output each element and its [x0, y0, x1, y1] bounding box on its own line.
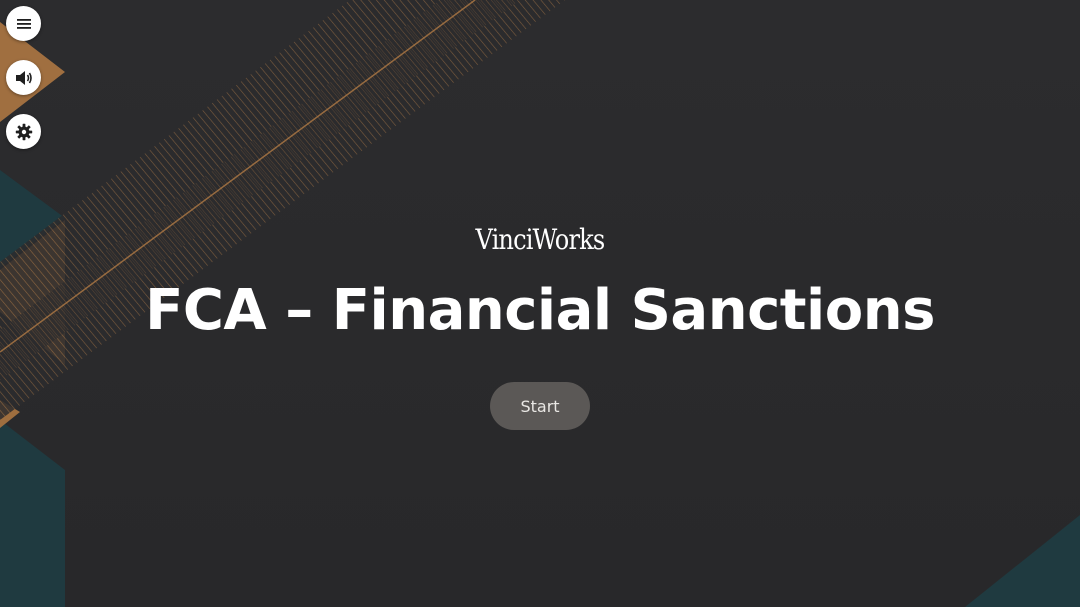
start-button[interactable]: Start: [490, 382, 590, 430]
gear-icon: [15, 123, 32, 140]
audio-button[interactable]: [6, 60, 41, 95]
course-title-screen: VinciWorks FCA – Financial Sanctions Sta…: [0, 0, 1080, 607]
menu-icon: [16, 18, 31, 29]
title-block: VinciWorks FCA – Financial Sanctions: [0, 222, 1080, 346]
teal-block-lower: [0, 420, 65, 607]
speaker-icon: [15, 70, 32, 85]
vinciworks-logo: VinciWorks: [475, 223, 606, 256]
striped-band-outer: [0, 0, 565, 420]
settings-button[interactable]: [6, 114, 41, 149]
course-title: FCA – Financial Sanctions: [145, 278, 935, 343]
menu-button[interactable]: [6, 6, 41, 41]
teal-corner-bottom-right: [965, 515, 1080, 607]
